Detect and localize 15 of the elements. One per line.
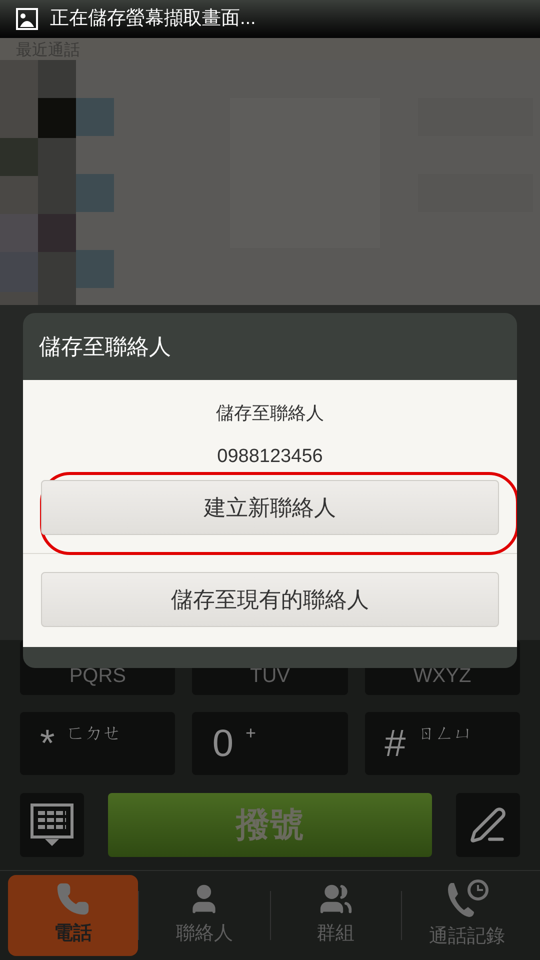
- dialog-button[interactable]: 建立新聯絡人: [41, 480, 499, 534]
- dial-key[interactable]: * ㄈㄉㄝ: [20, 712, 176, 775]
- phone-icon: [56, 882, 90, 916]
- keypad-icon: [30, 803, 74, 847]
- pen-icon: [469, 806, 507, 844]
- dial-key[interactable]: # ㄖㄥㄩ: [364, 712, 520, 775]
- phone-number: 0988123456: [217, 445, 323, 469]
- dial-key[interactable]: 0 +: [192, 712, 348, 775]
- dialog-title: 儲存至聯絡人: [39, 333, 171, 361]
- notification-text: 正在儲存螢幕擷取畫面...: [50, 6, 256, 31]
- keypad-toggle-button[interactable]: [20, 793, 84, 857]
- image-icon: [16, 8, 38, 30]
- dialog-button[interactable]: 儲存至現有的聯絡人: [41, 572, 499, 626]
- dialog-message: 儲存至聯絡人: [216, 402, 324, 425]
- handwriting-button[interactable]: [456, 793, 520, 857]
